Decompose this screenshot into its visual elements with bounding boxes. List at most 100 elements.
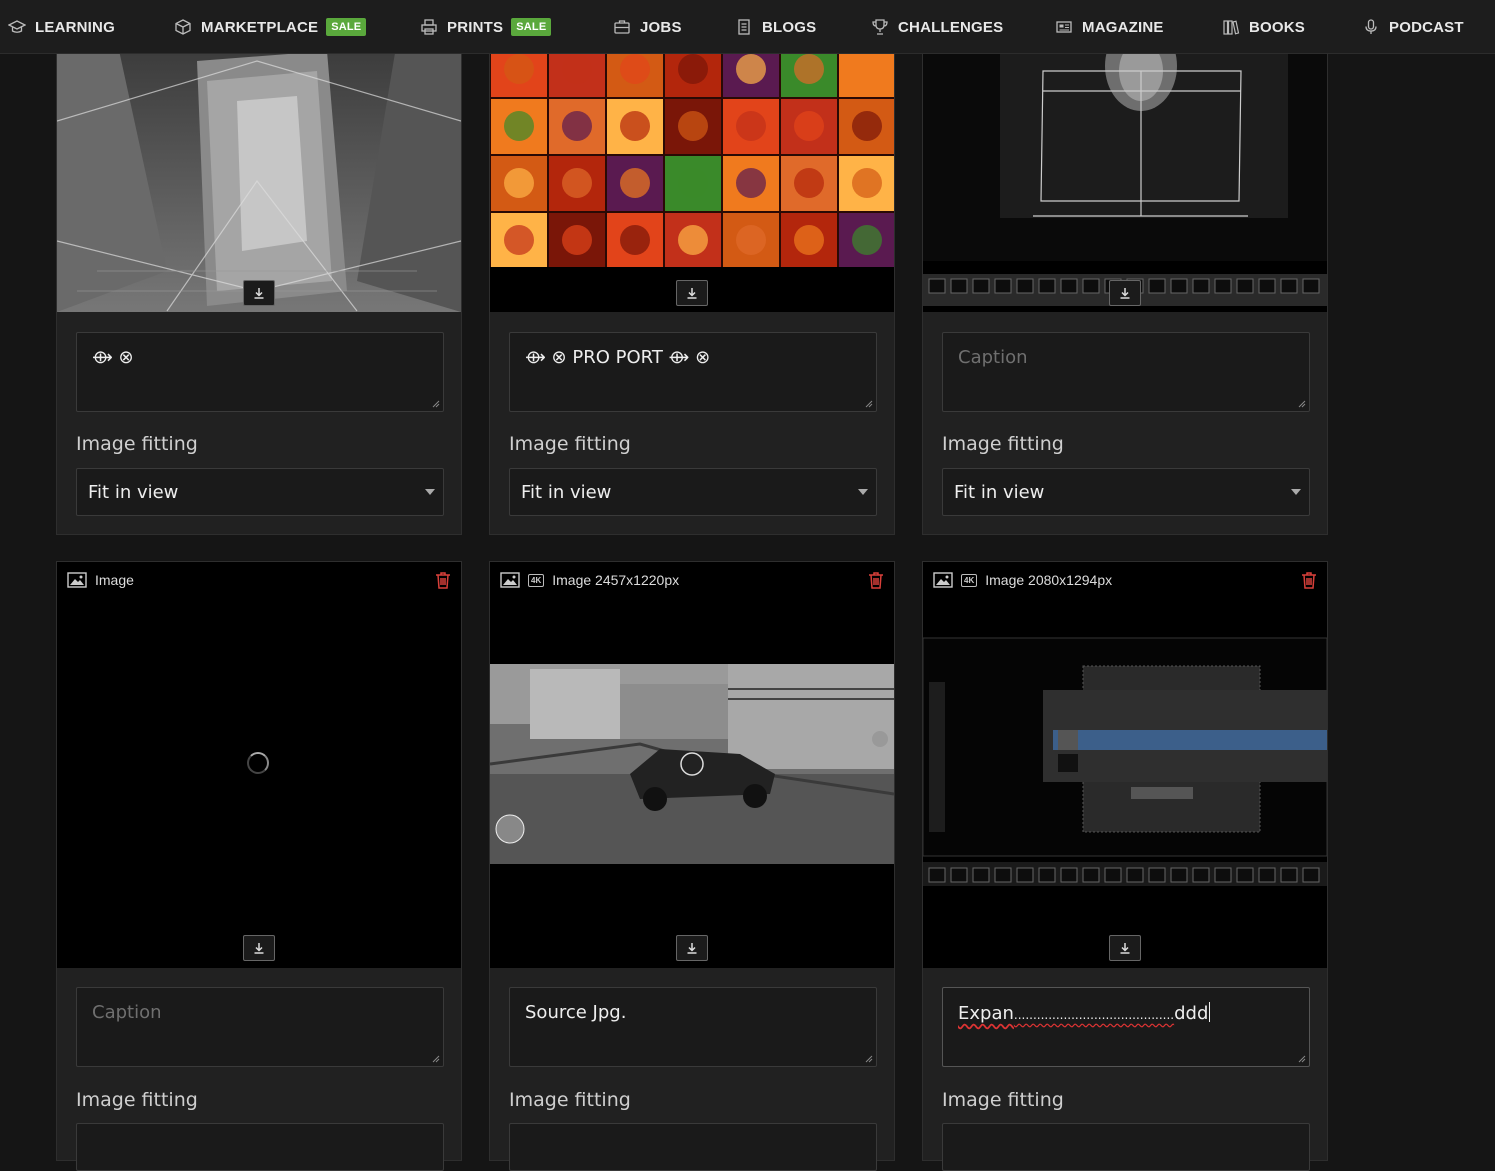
- top-navigation: LEARNING MARKETPLACE SALE PRINTS SALE JO…: [0, 0, 1495, 54]
- download-button[interactable]: [1109, 280, 1141, 306]
- mosaic-figure: [736, 54, 766, 84]
- caption-input[interactable]: Expan...................................…: [942, 987, 1310, 1067]
- mosaic-figure: [852, 111, 882, 141]
- mosaic-figure: [794, 225, 824, 255]
- image-fitting-select[interactable]: [942, 1123, 1310, 1171]
- printer-icon: [420, 18, 438, 36]
- image-fitting-select[interactable]: Fit in view: [509, 468, 877, 516]
- download-button[interactable]: [676, 280, 708, 306]
- caption-input[interactable]: Caption: [76, 987, 444, 1067]
- download-icon: [254, 288, 264, 299]
- mosaic-figure: [678, 54, 708, 84]
- mosaic-figure: [852, 54, 882, 84]
- nav-magazine-label: MAGAZINE: [1082, 18, 1164, 36]
- chevron-down-icon: [1291, 489, 1301, 495]
- download-icon: [1120, 943, 1130, 954]
- resize-grip-icon[interactable]: [1297, 1054, 1306, 1063]
- nav-blogs[interactable]: BLOGS: [735, 0, 816, 54]
- card-header-title: Image: [95, 572, 134, 588]
- filmstrip-frame: [1038, 867, 1056, 883]
- card-header: Image: [57, 562, 461, 598]
- caption-text-dots: ........................................…: [1013, 1008, 1175, 1022]
- image-fitting-select[interactable]: Fit in view: [942, 468, 1310, 516]
- image-fitting-label: Image fitting: [76, 1089, 198, 1111]
- newspaper-icon: [1055, 18, 1073, 36]
- trash-icon[interactable]: [1301, 571, 1317, 589]
- download-icon: [687, 288, 697, 299]
- resize-grip-icon[interactable]: [431, 1054, 440, 1063]
- nav-marketplace[interactable]: MARKETPLACE SALE: [174, 0, 367, 54]
- filmstrip-frame: [1214, 867, 1232, 883]
- card-header: 4K Image 2457x1220px: [490, 562, 894, 598]
- caption-text-end: ddd: [1174, 1003, 1209, 1024]
- chevron-down-icon: [425, 489, 435, 495]
- nav-magazine[interactable]: MAGAZINE: [1055, 0, 1164, 54]
- image-fitting-value: Fit in view: [954, 481, 1045, 503]
- caption-input[interactable]: ⟴ ⊗ PRO PORT ⟴ ⊗: [509, 332, 877, 412]
- filmstrip-frame: [1082, 278, 1100, 294]
- image-preview: [57, 562, 461, 968]
- mosaic-figure: [562, 111, 592, 141]
- filmstrip-frame: [1170, 867, 1188, 883]
- text-cursor: [1209, 1002, 1211, 1022]
- caption-text: Source Jpg.: [525, 1002, 627, 1023]
- caption-input[interactable]: Caption: [942, 332, 1310, 412]
- filmstrip-frame: [1236, 867, 1254, 883]
- image-thumbnail: [923, 562, 1327, 968]
- filmstrip-frame: [1258, 278, 1276, 294]
- image-fitting-select[interactable]: [76, 1123, 444, 1171]
- trash-icon[interactable]: [868, 571, 884, 589]
- resize-grip-icon[interactable]: [1297, 399, 1306, 408]
- nav-prints[interactable]: PRINTS SALE: [420, 0, 552, 54]
- image-fitting-select[interactable]: Fit in view: [76, 468, 444, 516]
- mosaic-figure: [736, 168, 766, 198]
- mosaic-figure: [678, 111, 708, 141]
- nav-challenges[interactable]: CHALLENGES: [871, 0, 1003, 54]
- filmstrip-frame: [1280, 867, 1298, 883]
- image-card: 4K Image 2080x1294px Expan..............…: [922, 561, 1328, 1171]
- filmstrip-frame: [1060, 278, 1078, 294]
- microphone-icon: [1362, 18, 1380, 36]
- image-icon: [67, 572, 87, 588]
- nav-jobs[interactable]: JOBS: [613, 0, 682, 54]
- mosaic-figure: [562, 168, 592, 198]
- mosaic-figure: [504, 54, 534, 84]
- filmstrip-frame: [972, 278, 990, 294]
- caption-text-start: Expan: [958, 1003, 1014, 1024]
- image-fitting-label: Image fitting: [509, 433, 631, 455]
- download-button[interactable]: [1109, 935, 1141, 961]
- card-header: 4K Image 2080x1294px: [923, 562, 1327, 598]
- filmstrip-frame: [1302, 867, 1320, 883]
- download-icon: [687, 943, 697, 954]
- nav-books[interactable]: BOOKS: [1222, 0, 1305, 54]
- filmstrip-frame: [1016, 867, 1034, 883]
- mosaic-figure: [852, 168, 882, 198]
- download-icon: [1120, 288, 1130, 299]
- mosaic-figure: [562, 225, 592, 255]
- filmstrip-frame: [1280, 278, 1298, 294]
- resize-grip-icon[interactable]: [864, 399, 873, 408]
- filmstrip-frame: [972, 867, 990, 883]
- trash-icon[interactable]: [435, 571, 451, 589]
- resize-grip-icon[interactable]: [864, 1054, 873, 1063]
- mosaic-figure: [736, 225, 766, 255]
- download-button[interactable]: [243, 935, 275, 961]
- caption-input[interactable]: Source Jpg.: [509, 987, 877, 1067]
- mosaic-figure: [736, 111, 766, 141]
- image-fitting-select[interactable]: [509, 1123, 877, 1171]
- filmstrip-frame: [950, 867, 968, 883]
- download-button[interactable]: [243, 280, 275, 306]
- nav-podcast[interactable]: PODCAST: [1362, 0, 1464, 54]
- mosaic-figure: [794, 168, 824, 198]
- image-fitting-label: Image fitting: [942, 1089, 1064, 1111]
- nav-learning[interactable]: LEARNING: [8, 0, 115, 54]
- caption-input[interactable]: ⟴ ⊗: [76, 332, 444, 412]
- resize-grip-icon[interactable]: [431, 399, 440, 408]
- image-fitting-label: Image fitting: [942, 433, 1064, 455]
- mosaic-figure: [504, 225, 534, 255]
- nav-jobs-label: JOBS: [640, 18, 682, 36]
- filmstrip-frame: [1192, 278, 1210, 294]
- download-button[interactable]: [676, 935, 708, 961]
- chevron-down-icon: [858, 489, 868, 495]
- image-thumbnail: [490, 41, 894, 268]
